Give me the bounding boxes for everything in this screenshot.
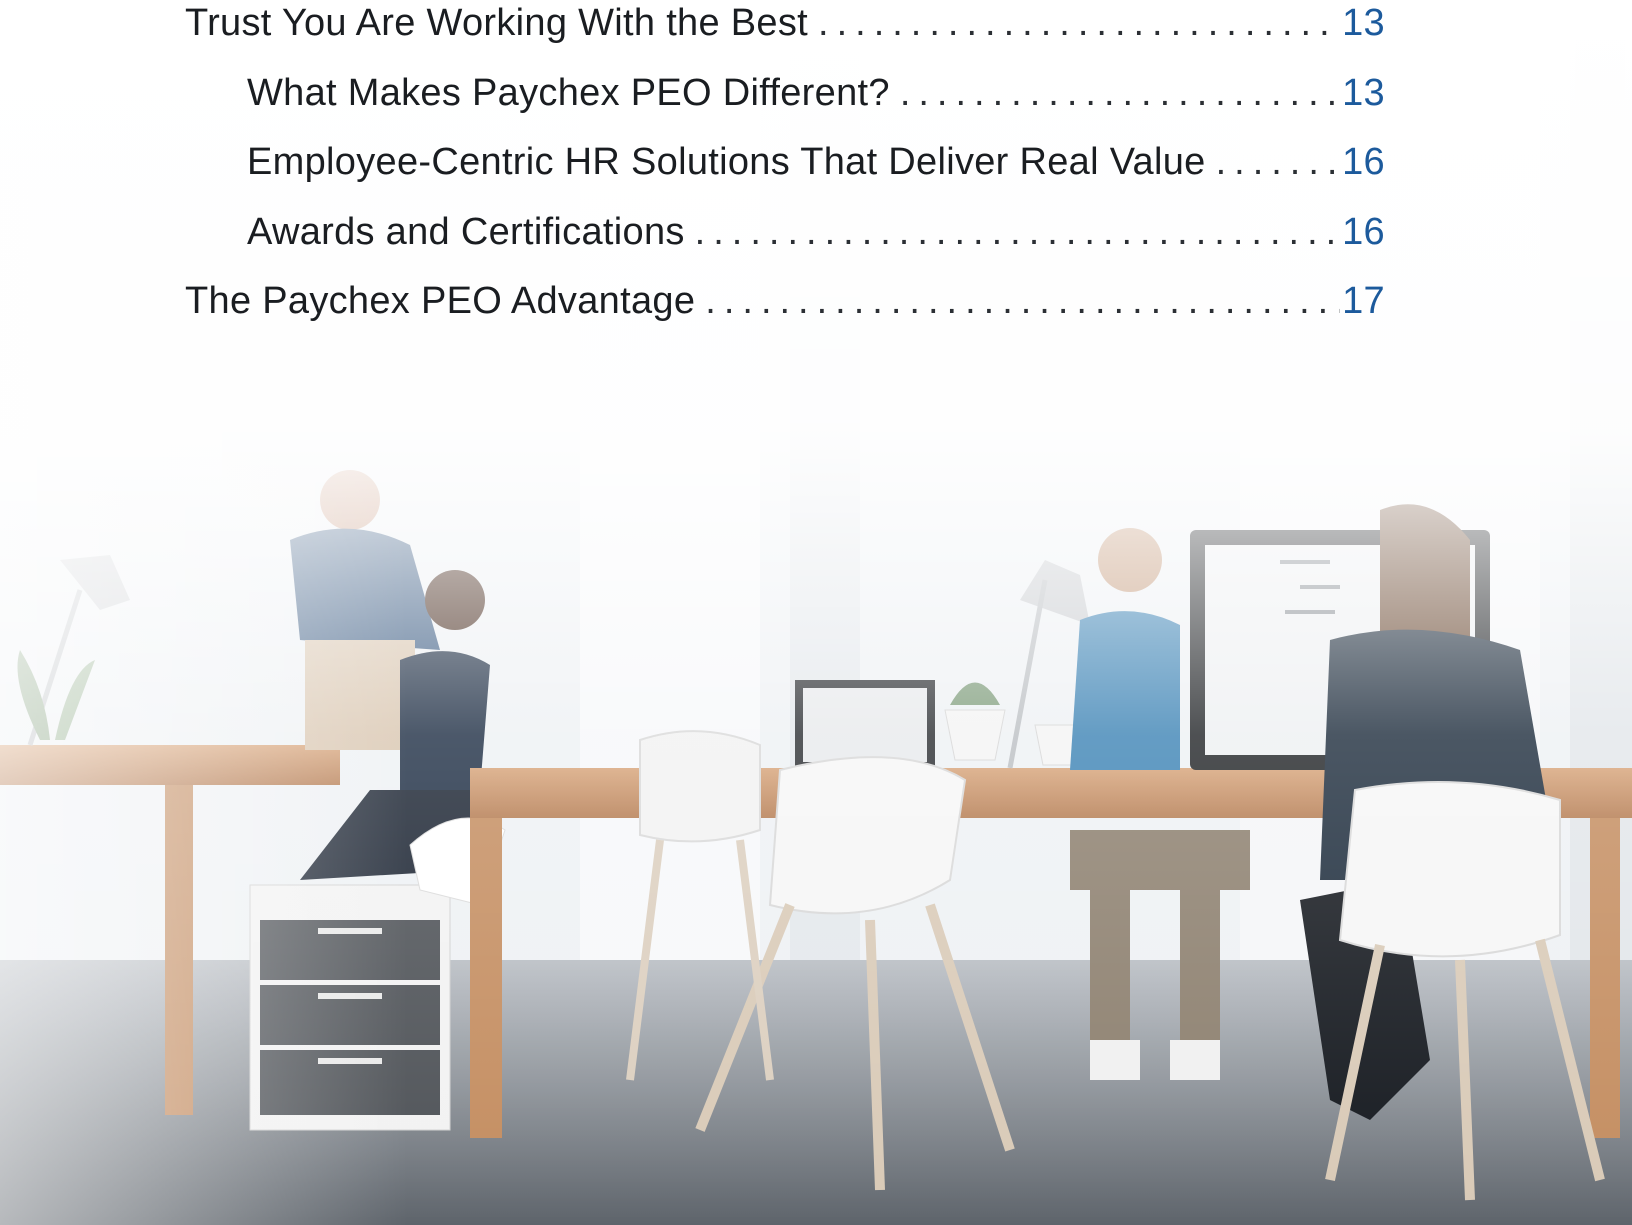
dot-leader: ........................................…	[694, 211, 1341, 253]
toc-entry[interactable]: What Makes Paychex PEO Different? ......…	[247, 72, 1385, 115]
toc-entry[interactable]: Trust You Are Working With the Best ....…	[185, 2, 1385, 45]
dot-leader: ........................................…	[1215, 141, 1341, 183]
toc-entry[interactable]: Awards and Certifications ..............…	[247, 211, 1385, 254]
toc-page-number: 13	[1342, 2, 1385, 44]
dot-leader: ........................................…	[818, 2, 1340, 44]
dot-leader: ........................................…	[899, 72, 1340, 114]
toc-entry[interactable]: The Paychex PEO Advantage ..............…	[185, 280, 1385, 323]
toc-entry-title: Employee-Centric HR Solutions That Deliv…	[247, 141, 1206, 183]
dot-leader: ........................................…	[705, 280, 1341, 322]
toc-entry[interactable]: Employee-Centric HR Solutions That Deliv…	[247, 141, 1385, 184]
document-page: Trust You Are Working With the Best ....…	[0, 0, 1632, 1225]
toc-page-number: 16	[1342, 211, 1385, 253]
toc-entry-title: Trust You Are Working With the Best	[185, 2, 809, 44]
toc-page-number: 13	[1342, 72, 1385, 114]
toc-entry-title: What Makes Paychex PEO Different?	[247, 72, 890, 114]
toc-page-number: 17	[1342, 280, 1385, 322]
toc-entry-title: Awards and Certifications	[247, 211, 685, 253]
toc-page-number: 16	[1342, 141, 1385, 183]
toc-entry-title: The Paychex PEO Advantage	[185, 280, 696, 322]
